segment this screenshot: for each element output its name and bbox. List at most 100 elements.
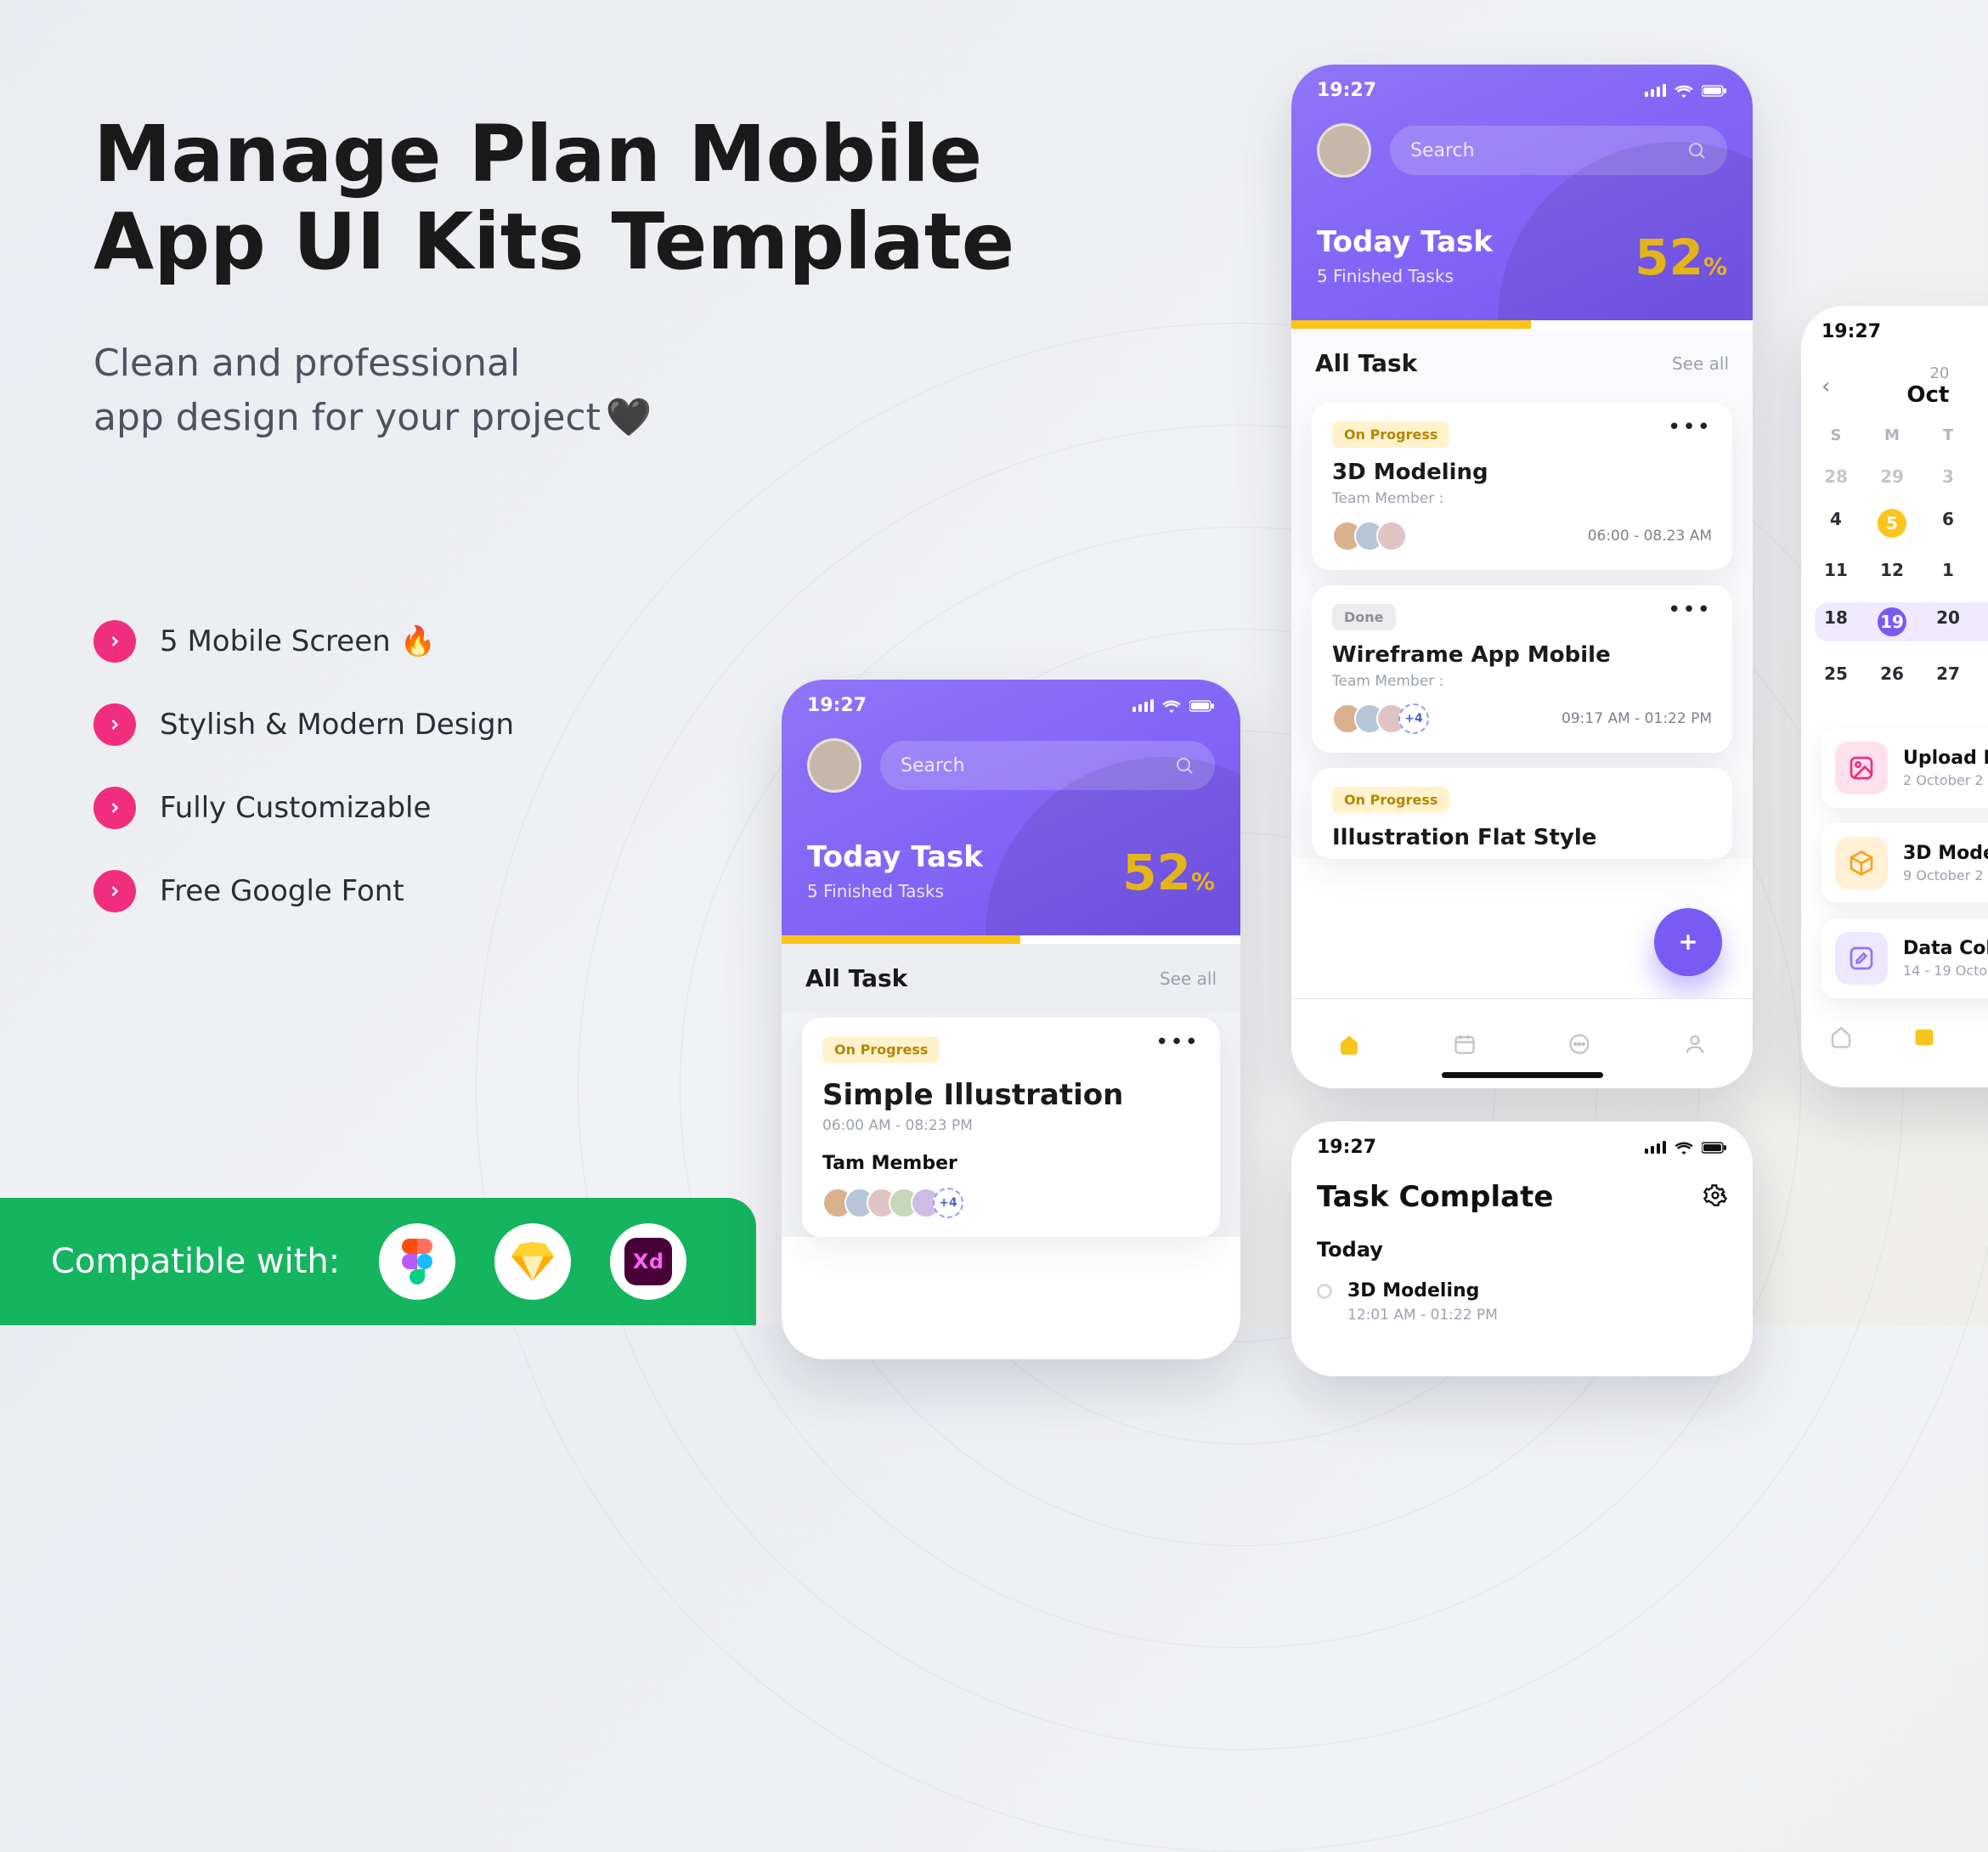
more-icon[interactable]: ••• [1155,1038,1200,1047]
phone-screen-home: 19:27 Search Today Task5 Finished Tasks … [1291,65,1753,1088]
tab-chat-icon[interactable] [1565,1030,1594,1059]
status-bar: 19:27 [1801,306,1988,342]
event-title: Upload Im [1903,748,1988,769]
phone-screen-home-scrolled: 19:27 Search Today Task5 Finished Tasks … [782,680,1240,1359]
status-time: 19:27 [1821,321,1881,342]
more-icon[interactable]: ••• [1668,606,1712,614]
hero-subtitle: Clean and professionalapp design for you… [93,336,1014,445]
event-date: 9 October 2 [1903,867,1988,884]
more-icon[interactable]: ••• [1668,423,1712,432]
hero-title: Manage Plan MobileApp UI Kits Template [93,110,1014,285]
signal-icon [1645,1141,1666,1154]
settings-icon[interactable] [1703,1183,1727,1211]
adobe-xd-icon: Xd [610,1223,686,1300]
event-card[interactable]: Upload Im 2 October 2 [1821,728,1988,808]
member-more[interactable]: +4 [933,1188,963,1218]
task-card[interactable]: On Progress ••• 3D Modeling Team Member … [1312,403,1732,570]
cube-icon [1835,837,1888,889]
task-name: 3D Modeling [1332,460,1712,485]
task-card[interactable]: On Progress ••• Simple Illustration 06:0… [802,1018,1220,1237]
timeline-time: 12:01 AM - 01:22 PM [1347,1307,1498,1324]
compat-label: Compatible with: [51,1242,340,1281]
task-card[interactable]: On Progress Illustration Flat Style [1312,768,1732,859]
hero: Manage Plan MobileApp UI Kits Template C… [93,110,1014,445]
feature-item: 5 Mobile Screen 🔥 [93,620,514,663]
prev-month-button[interactable]: ‹ [1821,374,1830,399]
progress-bar [1291,320,1753,329]
tab-home-icon[interactable] [1827,1022,1855,1051]
event-card[interactable]: 3D Modeli9 October 2 [1821,823,1988,903]
status-time: 19:27 [807,695,867,716]
phone-screen-task-complete: 19:27 Task Complate Today 3D Modeling 12:… [1291,1121,1753,1376]
task-name: Wireframe App Mobile [1332,642,1712,668]
status-time: 19:27 [1317,1137,1376,1158]
member-avatars [1332,521,1407,551]
timeline-item[interactable]: 3D Modeling 12:01 AM - 01:22 PM [1317,1280,1727,1324]
finished-count: 5 Finished Tasks [1317,266,1493,286]
calendar-grid[interactable]: SMT 28293 456 11121 181920 252627 [1801,411,1988,713]
search-placeholder: Search [1410,140,1475,161]
feature-item: Stylish & Modern Design [93,703,514,746]
status-chip: On Progress [822,1036,940,1063]
search-placeholder: Search [901,755,965,776]
event-date: 2 October 2 [1903,772,1988,788]
event-card[interactable]: Data Colle14 - 19 Octo [1821,918,1988,998]
member-avatars: +4 [1332,703,1429,734]
tab-calendar-icon[interactable] [1910,1022,1939,1051]
feature-item: Fully Customizable [93,787,514,829]
tab-profile-icon[interactable] [1680,1030,1709,1059]
signal-icon [1645,84,1666,97]
compat-bar: Compatible with: Xd [0,1198,756,1325]
status-time: 19:27 [1317,80,1376,101]
tab-calendar-icon[interactable] [1450,1030,1479,1059]
team-label: Team Member : [1332,673,1712,690]
progress-percent: 52% [1635,229,1727,286]
search-icon [1686,140,1707,161]
chevron-right-icon [93,787,136,829]
wifi-icon [1675,84,1693,98]
feature-list: 5 Mobile Screen 🔥 Stylish & Modern Desig… [93,620,514,953]
status-chip: On Progress [1332,421,1449,448]
progress-bar [782,935,1240,944]
search-input[interactable]: Search [880,741,1215,790]
see-all-link[interactable]: See all [1160,968,1217,989]
task-card[interactable]: Done ••• Wireframe App Mobile Team Membe… [1312,585,1732,753]
phone-screen-calendar: 19:27 ‹ 20Oct SMT 28293 456 11121 181920… [1801,306,1988,1087]
add-task-fab[interactable] [1654,908,1722,976]
wifi-icon [1162,699,1181,713]
search-input[interactable]: Search [1390,126,1727,175]
image-icon [1835,742,1888,794]
status-bar: 19:27 [1291,1121,1753,1158]
team-label: Tam Member [822,1153,1200,1174]
status-bar: 19:27 [1291,65,1753,101]
avatar[interactable] [1317,123,1371,178]
status-chip: On Progress [1332,787,1449,813]
calendar-month: Oct [1906,382,1949,408]
battery-icon [1702,85,1727,97]
timeline-title: 3D Modeling [1347,1280,1498,1301]
today-task-title: Today Task [807,840,983,874]
sketch-icon [494,1223,571,1300]
see-all-link[interactable]: See all [1672,353,1729,374]
feature-item: Free Google Font [93,870,514,912]
home-indicator [1442,1072,1603,1078]
bottom-tab-bar [1801,1014,1988,1051]
section-today: Today [1317,1238,1727,1262]
heart-icon: 🖤 [606,391,652,445]
chevron-right-icon [93,870,136,912]
chevron-right-icon [93,703,136,746]
avatar[interactable] [807,738,861,793]
page-title: Task Complate [1317,1180,1553,1214]
status-bar: 19:27 [782,680,1240,716]
team-label: Team Member : [1332,490,1712,507]
chevron-right-icon [93,620,136,663]
finished-count: 5 Finished Tasks [807,881,983,901]
task-time: 09:17 AM - 01:22 PM [1562,710,1712,727]
timeline-dot-icon [1317,1284,1332,1299]
bottom-tab-bar [1291,998,1753,1088]
feature-label: 5 Mobile Screen 🔥 [160,624,436,658]
task-time: 06:00 - 08.23 AM [1588,528,1712,545]
search-icon [1174,755,1194,776]
today-task-title: Today Task [1317,225,1493,259]
tab-home-icon[interactable] [1335,1030,1364,1059]
